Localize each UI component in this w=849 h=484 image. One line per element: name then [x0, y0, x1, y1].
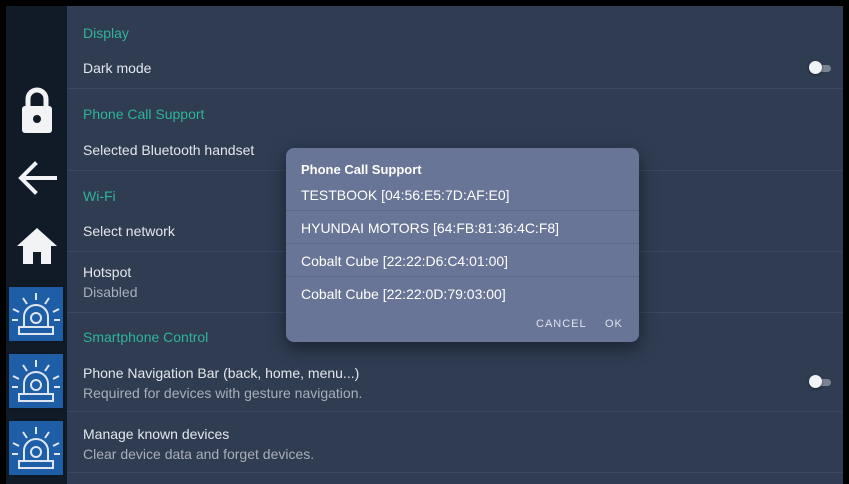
alarm-siren-icon — [12, 360, 60, 402]
dark-mode-toggle[interactable] — [809, 61, 833, 75]
divider — [67, 88, 843, 89]
lock-button[interactable] — [6, 78, 67, 142]
hotspot-title[interactable]: Hotspot — [83, 264, 131, 280]
manage-known-devices-title[interactable]: Manage known devices — [83, 426, 229, 442]
alarm-button-1[interactable] — [7, 285, 65, 343]
ok-button[interactable]: OK — [605, 318, 623, 330]
sidebar — [6, 6, 67, 484]
selected-bluetooth-handset-title[interactable]: Selected Bluetooth handset — [83, 142, 254, 158]
divider — [67, 411, 843, 412]
dialog-option[interactable]: Cobalt Cube [22:22:0D:79:03:00] — [286, 277, 639, 310]
hotspot-summary: Disabled — [83, 284, 138, 300]
phone-nav-bar-title[interactable]: Phone Navigation Bar (back, home, menu..… — [83, 365, 359, 381]
phone-nav-bar-toggle[interactable] — [809, 375, 833, 389]
back-button[interactable] — [6, 148, 67, 208]
manage-known-devices-summary: Clear device data and forget devices. — [83, 446, 315, 462]
alarm-button-3[interactable] — [7, 419, 65, 477]
screen: Display Dark mode Phone Call Support Sel… — [6, 6, 843, 484]
section-header-wifi: Wi-Fi — [83, 188, 116, 204]
divider — [67, 472, 843, 473]
toggle-thumb — [809, 61, 822, 74]
phone-call-support-dialog: Phone Call Support TESTBOOK [04:56:E5:7D… — [286, 148, 639, 342]
dialog-title: Phone Call Support — [301, 162, 422, 177]
section-header-smartphone-control: Smartphone Control — [83, 329, 209, 345]
lock-icon — [21, 87, 52, 133]
section-header-display: Display — [83, 25, 129, 41]
cancel-button[interactable]: CANCEL — [536, 318, 587, 330]
phone-nav-bar-summary: Required for devices with gesture naviga… — [83, 385, 363, 401]
alarm-button-2[interactable] — [7, 352, 65, 410]
toggle-thumb — [809, 375, 822, 388]
section-header-phone-call-support: Phone Call Support — [83, 106, 205, 122]
select-network-title[interactable]: Select network — [83, 223, 175, 239]
dialog-option[interactable]: HYUNDAI MOTORS [64:FB:81:36:4C:F8] — [286, 211, 639, 244]
home-icon — [16, 228, 57, 264]
alarm-siren-icon — [12, 293, 60, 335]
back-arrow-icon — [17, 161, 57, 195]
dialog-option[interactable]: Cobalt Cube [22:22:D6:C4:01:00] — [286, 244, 639, 277]
dialog-option[interactable]: TESTBOOK [04:56:E5:7D:AF:E0] — [286, 178, 639, 211]
dark-mode-title[interactable]: Dark mode — [83, 60, 151, 76]
alarm-siren-icon — [12, 427, 60, 469]
home-button[interactable] — [6, 214, 67, 278]
